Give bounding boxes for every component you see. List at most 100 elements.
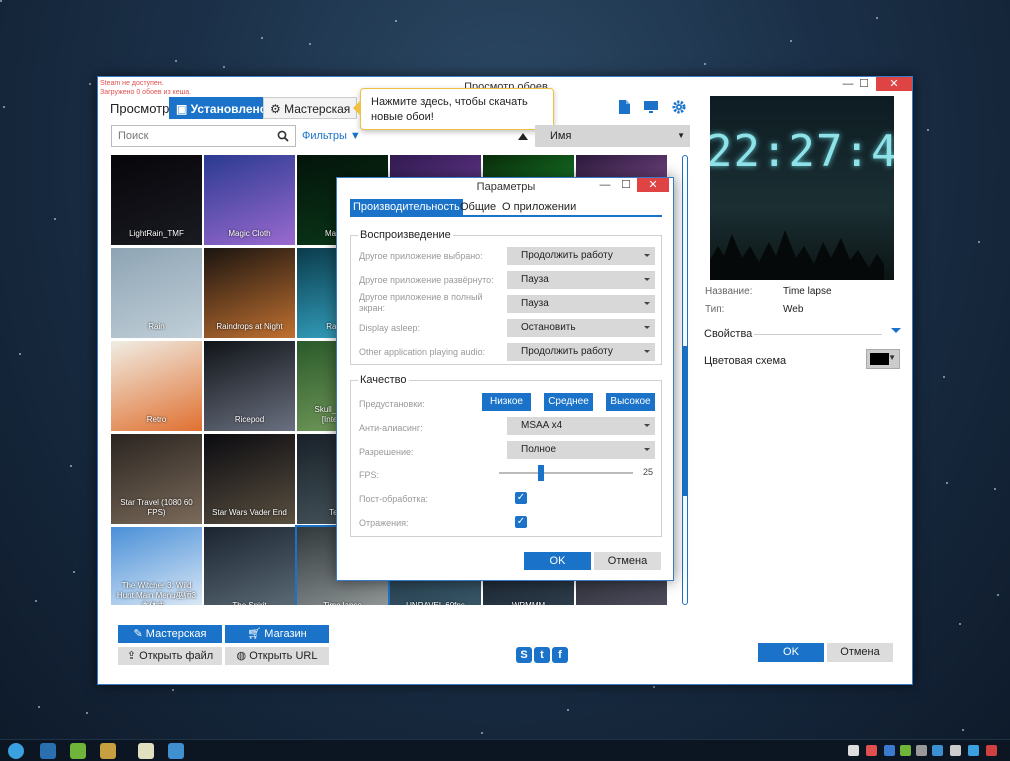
- tab-installed[interactable]: ▣ Установлено: [169, 97, 275, 119]
- fps-slider-thumb[interactable]: [538, 465, 544, 481]
- preset-medium-button[interactable]: Среднее: [544, 393, 593, 411]
- wallpaper-tile[interactable]: The Spirit: [204, 527, 295, 605]
- tab-performance[interactable]: Производительность: [350, 199, 463, 216]
- other-app-focused-label: Другое приложение выбрано:: [359, 251, 483, 261]
- open-file-button[interactable]: ⇪ Открыть файл: [118, 647, 222, 665]
- wallpaper-tile[interactable]: Raindrops at Night: [204, 248, 295, 338]
- wallpaper-tile[interactable]: Rain: [111, 248, 202, 338]
- wallpaper-preview: 22:27:48: [710, 96, 894, 280]
- other-app-focused-select[interactable]: Продолжить работу: [507, 247, 655, 265]
- search-input[interactable]: [112, 126, 272, 146]
- tray-icon[interactable]: [986, 745, 997, 756]
- preset-low-button[interactable]: Низкое: [482, 393, 531, 411]
- globe-icon: ◍: [236, 650, 250, 662]
- wallpaper-tile[interactable]: Magic Cloth: [204, 155, 295, 245]
- tab-installed-label: Установлено: [190, 102, 268, 116]
- tray-icon[interactable]: [950, 745, 961, 756]
- filters-link[interactable]: Фильтры ▼: [302, 130, 361, 142]
- open-url-button-label: Открыть URL: [249, 650, 318, 662]
- taskbar-app-icon[interactable]: [138, 743, 154, 759]
- dialog-maximize-button[interactable]: ☐: [614, 178, 638, 192]
- shop-button[interactable]: 🛒︎ Магазин: [225, 625, 329, 643]
- sort-direction-icon[interactable]: [518, 132, 528, 140]
- steam-icon[interactable]: S: [516, 647, 532, 663]
- tray-icon[interactable]: [866, 745, 877, 756]
- resolution-label: Разрешение:: [359, 447, 414, 457]
- taskbar-app-icon[interactable]: [40, 743, 56, 759]
- file-icon[interactable]: [616, 99, 632, 115]
- other-app-audio-select[interactable]: Продолжить работу: [507, 343, 655, 361]
- star: [35, 600, 37, 602]
- folder-icon[interactable]: [100, 743, 116, 759]
- preset-high-button[interactable]: Высокое: [606, 393, 655, 411]
- dialog-ok-button[interactable]: OK: [524, 552, 591, 570]
- tab-general[interactable]: Общие: [457, 199, 499, 216]
- steam-icon: ⚙: [270, 102, 285, 116]
- gear-icon[interactable]: [671, 99, 687, 115]
- wallpaper-tile[interactable]: Star Wars Vader End: [204, 434, 295, 524]
- dialog-cancel-button[interactable]: Отмена: [594, 552, 661, 570]
- tab-workshop[interactable]: ⚙ Мастерская: [263, 97, 358, 119]
- other-app-fullscreen-select[interactable]: Пауза: [507, 295, 655, 313]
- taskbar-app-icon[interactable]: [70, 743, 86, 759]
- tray-icon[interactable]: [848, 745, 859, 756]
- grid-scrollbar[interactable]: [682, 155, 688, 605]
- search-icon[interactable]: [277, 130, 289, 142]
- workshop-button[interactable]: ✎ Мастерская: [118, 625, 222, 643]
- wallpaper-tile[interactable]: LightRain_TMF: [111, 155, 202, 245]
- monitor-icon[interactable]: [643, 99, 659, 115]
- star: [653, 686, 655, 688]
- resolution-select[interactable]: Полное: [507, 441, 655, 459]
- bluetooth-icon[interactable]: [884, 745, 895, 756]
- settings-dialog: Параметры — ☐ ✕ Производительность Общие…: [336, 177, 674, 581]
- check-icon: ✓: [516, 516, 526, 527]
- tray-icon[interactable]: [968, 745, 979, 756]
- expand-arrow-icon[interactable]: [891, 328, 901, 338]
- wallpaper-tile[interactable]: Ricepod: [204, 341, 295, 431]
- star: [567, 709, 569, 711]
- wallpaper-tile[interactable]: Retro: [111, 341, 202, 431]
- display-asleep-label: Display asleep:: [359, 323, 421, 333]
- social-links: Stf: [516, 647, 570, 663]
- fps-slider-track[interactable]: [499, 472, 633, 474]
- cancel-button[interactable]: Отмена: [827, 643, 893, 662]
- reflections-checkbox[interactable]: ✓: [515, 516, 527, 528]
- sort-select[interactable]: Имя ▼: [535, 125, 690, 147]
- ok-button[interactable]: OK: [758, 643, 824, 662]
- other-app-maximized-select[interactable]: Пауза: [507, 271, 655, 289]
- star: [172, 689, 174, 691]
- wallpaper-tile-label: Rain: [148, 322, 165, 331]
- color-scheme-picker[interactable]: ▼: [866, 349, 900, 369]
- quality-group-title: Качество: [358, 374, 409, 386]
- postprocess-checkbox[interactable]: ✓: [515, 492, 527, 504]
- star: [876, 17, 878, 19]
- properties-divider: [754, 334, 882, 335]
- dialog-close-button[interactable]: ✕: [637, 178, 669, 192]
- wallpaper-tile-label: The Witcher 3: Wild Hunt Main Menu巫师3本体主…: [116, 581, 197, 605]
- wallpaper-tile-label: LightRain_TMF: [129, 229, 184, 238]
- chevron-down-icon: ▼: [677, 131, 685, 140]
- open-url-button[interactable]: ◍ Открыть URL: [225, 647, 329, 665]
- wallpaper-tile-label: The Spirit: [204, 601, 295, 605]
- wallpaper-tile[interactable]: The Witcher 3: Wild Hunt Main Menu巫师3本体主…: [111, 527, 202, 605]
- antialiasing-select[interactable]: MSAA x4: [507, 417, 655, 435]
- twitter-icon[interactable]: t: [534, 647, 550, 663]
- quality-group: Качество Предустановки: Низкое Среднее В…: [350, 374, 662, 537]
- close-button[interactable]: ✕: [876, 77, 912, 91]
- tray-icon[interactable]: [916, 745, 927, 756]
- save-icon: ▣: [176, 102, 191, 116]
- display-asleep-select[interactable]: Остановить: [507, 319, 655, 337]
- wallpaper-engine-icon[interactable]: [168, 743, 184, 759]
- properties-title: Свойства: [704, 328, 753, 340]
- tray-icon[interactable]: [932, 745, 943, 756]
- tab-underline: [350, 215, 662, 217]
- wallpaper-tile[interactable]: Star Travel (1080 60 FPS): [111, 434, 202, 524]
- facebook-icon[interactable]: f: [552, 647, 568, 663]
- tab-about[interactable]: О приложении: [499, 199, 579, 216]
- tray-icon[interactable]: [900, 745, 911, 756]
- taskbar: [0, 739, 1010, 761]
- wallpaper-tile-label: Retro: [146, 415, 167, 424]
- start-icon[interactable]: [8, 743, 24, 759]
- maximize-button[interactable]: ☐: [850, 77, 878, 91]
- star: [943, 376, 945, 378]
